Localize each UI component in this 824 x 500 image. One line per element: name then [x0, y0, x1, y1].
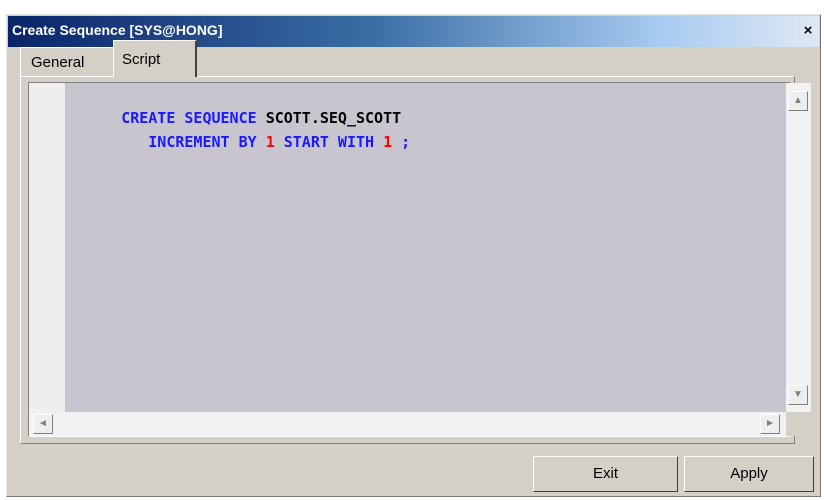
scrollbar-corner [786, 412, 811, 436]
scroll-up-icon[interactable]: ▲ [788, 91, 808, 111]
script-editor[interactable]: CREATE SEQUENCE SCOTT.SEQ_SCOTT INCREMEN… [28, 82, 811, 437]
window-title: Create Sequence [SYS@HONG] [12, 22, 223, 38]
vertical-scrollbar[interactable]: ▲ ▼ [786, 83, 811, 412]
editor-gutter [29, 83, 65, 412]
exit-button[interactable]: Exit [533, 456, 678, 492]
tab-script[interactable]: Script [113, 40, 197, 77]
horizontal-scrollbar[interactable]: ◄ ► [29, 412, 790, 436]
scroll-left-icon[interactable]: ◄ [33, 414, 53, 434]
code-token-keyword: INCREMENT BY [121, 133, 266, 151]
code-area[interactable]: CREATE SEQUENCE SCOTT.SEQ_SCOTT INCREMEN… [65, 83, 786, 412]
code-token-keyword: ; [392, 133, 411, 151]
code-token-number: 1 [265, 133, 275, 151]
scroll-right-icon[interactable]: ► [760, 414, 780, 434]
code-token-keyword: START WITH [274, 133, 384, 151]
close-icon[interactable]: × [799, 22, 817, 40]
tab-general[interactable]: General [20, 47, 115, 76]
code-line: INCREMENT BY 1 START WITH 1 ; [67, 115, 410, 169]
scroll-down-icon[interactable]: ▼ [788, 385, 808, 405]
code-token-number: 1 [383, 133, 393, 151]
apply-button[interactable]: Apply [684, 456, 814, 492]
